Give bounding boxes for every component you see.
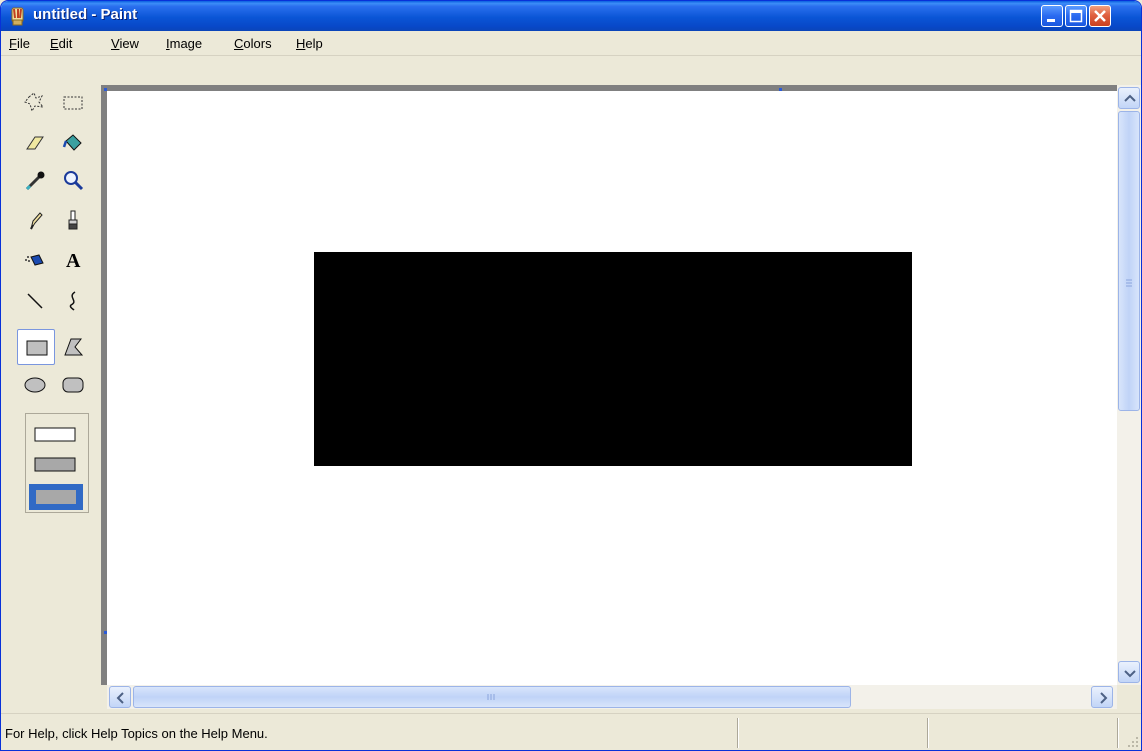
resize-handle-top[interactable] (779, 88, 782, 91)
menu-file[interactable]: File (9, 36, 30, 51)
rounded-rectangle-tool[interactable] (57, 369, 89, 401)
polygon-tool[interactable] (57, 331, 89, 363)
outline-only-option[interactable] (32, 426, 78, 444)
vertical-scroll-thumb[interactable] (1118, 111, 1140, 411)
magnifier-tool[interactable] (57, 165, 89, 197)
horizontal-scrollbar[interactable] (107, 685, 1117, 709)
free-form-select-tool[interactable] (19, 87, 51, 119)
menu-image[interactable]: Image (166, 36, 202, 51)
paint-app-icon[interactable] (9, 6, 27, 26)
outline-and-fill-option[interactable] (32, 456, 78, 474)
menu-view[interactable]: View (111, 36, 139, 51)
menu-bar: File Edit View Image Colors Help (1, 31, 1141, 56)
menu-help[interactable]: Help (296, 36, 323, 51)
status-divider (927, 718, 928, 748)
resize-handle-left[interactable] (104, 631, 107, 634)
line-tool[interactable] (19, 285, 51, 317)
text-tool-icon: A (66, 250, 81, 272)
status-bar: For Help, click Help Topics on the Help … (1, 713, 1141, 750)
status-divider (1117, 718, 1118, 748)
menu-edit[interactable]: Edit (50, 36, 72, 51)
scrollbar-corner (1117, 685, 1141, 709)
select-tool[interactable] (57, 87, 89, 119)
pencil-tool[interactable] (19, 205, 51, 237)
eraser-tool[interactable] (19, 127, 51, 159)
vertical-scrollbar[interactable] (1117, 85, 1141, 685)
curve-tool[interactable] (57, 285, 89, 317)
ellipse-tool[interactable] (19, 369, 51, 401)
title-bar[interactable]: untitled - Paint (1, 1, 1141, 31)
resize-grip-icon[interactable] (1125, 734, 1139, 748)
minimize-button[interactable] (1041, 5, 1063, 27)
resize-handle-top-left (104, 88, 107, 91)
window-title: untitled - Paint (33, 6, 138, 23)
fill-style-options (25, 413, 89, 513)
brush-tool[interactable] (57, 205, 89, 237)
pick-color-tool[interactable] (19, 165, 51, 197)
scroll-down-button[interactable] (1118, 661, 1140, 683)
menu-colors[interactable]: Colors (234, 36, 272, 51)
text-tool[interactable]: A (57, 245, 89, 277)
fill-only-option[interactable] (29, 484, 83, 510)
toolbox: A (5, 85, 99, 685)
status-text: For Help, click Help Topics on the Help … (5, 726, 268, 741)
horizontal-scroll-thumb[interactable] (133, 686, 851, 708)
scroll-up-button[interactable] (1118, 87, 1140, 109)
fill-with-color-tool[interactable] (57, 127, 89, 159)
scroll-left-button[interactable] (109, 686, 131, 708)
filled-rectangle-shape (314, 252, 912, 466)
scroll-right-button[interactable] (1091, 686, 1113, 708)
paint-window: untitled - Paint File Edit View Image Co… (0, 0, 1142, 751)
maximize-button[interactable] (1065, 5, 1087, 27)
airbrush-tool[interactable] (19, 245, 51, 277)
close-button[interactable] (1089, 5, 1111, 27)
rectangle-tool[interactable] (17, 329, 55, 365)
status-divider (737, 718, 738, 748)
